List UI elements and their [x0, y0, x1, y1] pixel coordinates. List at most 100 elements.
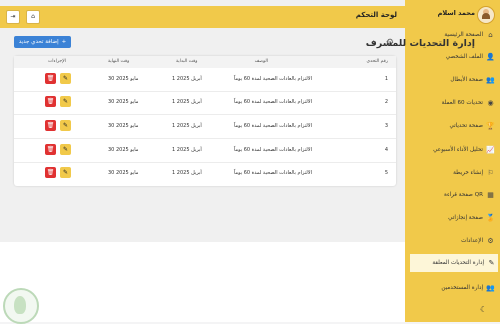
add-challenge-label: إضافة تحدي جديد — [18, 39, 59, 45]
cell-start: 1 أبريل 2025 — [172, 123, 202, 129]
cell-description: الالتزام بالعادات الصحية لمدة 60 يوماً — [233, 123, 312, 129]
cell-description: الالتزام بالعادات الصحية لمدة 60 يوماً — [233, 76, 312, 82]
cell-description: الالتزام بالعادات الصحية لمدة 60 يوماً — [233, 99, 312, 105]
column-header-id: رقم التحدي — [366, 59, 388, 64]
sidebar-item-challenges-60[interactable]: ◉ تحديات 60 العملة — [410, 94, 495, 112]
edit-button[interactable]: ✎ — [60, 96, 71, 107]
avatar[interactable] — [477, 6, 495, 24]
sidebar-item-label: الإعدادات — [461, 238, 483, 244]
column-header-description: الوصف — [254, 59, 268, 64]
edit-icon: ✎ — [62, 122, 69, 129]
cell-description: الالتزام بالعادات الصحية لمدة 60 يوماً — [233, 170, 312, 176]
moon-icon[interactable]: ☾ — [480, 305, 487, 314]
add-challenge-button[interactable]: إضافة تحدي جديد + — [14, 36, 71, 48]
edit-button[interactable]: ✎ — [60, 167, 71, 178]
column-header-end: وقت النهاية — [108, 59, 130, 64]
table-row: 3 الالتزام بالعادات الصحية لمدة 60 يوماً… — [14, 115, 396, 139]
sidebar-item-qr[interactable]: ▦ صفحة قراءة QR — [410, 186, 495, 204]
sidebar-item-label: صفحة قراءة QR — [444, 192, 483, 198]
cell-end: 30 مايو 2025 — [108, 147, 139, 153]
edit-icon: ✎ — [488, 259, 495, 267]
sidebar-item-label: صفحة تحدياتي — [449, 123, 483, 129]
sidebar-item-weekly-analysis[interactable]: 📈 تحليل الأداء الأسبوعي — [410, 141, 495, 159]
cell-id: 5 — [384, 170, 388, 176]
trash-icon: 🗑 — [46, 122, 55, 129]
sidebar-item-my-challenges[interactable]: 🏆 صفحة تحدياتي — [410, 117, 495, 135]
watermark-logo — [3, 288, 39, 324]
sidebar-item-label: صفحة الأبطال — [450, 77, 483, 83]
edit-button[interactable]: ✎ — [60, 120, 71, 131]
sidebar-item-settings[interactable]: ⚙ الإعدادات — [410, 232, 495, 250]
cell-end: 30 مايو 2025 — [108, 123, 139, 129]
sidebar-item-label: تحديات 60 العملة — [441, 100, 483, 106]
table-header: رقم التحدي الوصف وقت البداية وقت النهاية… — [14, 56, 396, 68]
user-name: محمد اسلام — [437, 9, 475, 17]
column-header-start: وقت البداية — [176, 59, 198, 64]
column-header-actions: الإجراءات — [48, 59, 66, 64]
home-icon: ⌂ — [488, 31, 493, 39]
sidebar-item-label: إدارة المستخدمين — [441, 285, 483, 291]
delete-button[interactable]: 🗑 — [45, 167, 56, 178]
sidebar-item-label: تحليل الأداء الأسبوعي — [433, 147, 483, 153]
cell-start: 1 أبريل 2025 — [172, 99, 202, 105]
trash-icon: 🗑 — [46, 75, 55, 82]
trophy-icon: 🏆 — [486, 122, 495, 130]
logout-button[interactable]: ⇥ — [6, 10, 20, 24]
cell-id: 4 — [384, 147, 388, 153]
sidebar-item-label: الملف الشخصي — [445, 54, 483, 60]
edit-icon: ✎ — [62, 75, 69, 82]
chart-icon: 📈 — [486, 146, 495, 154]
user-icon: 👤 — [486, 53, 495, 61]
trash-icon: 🗑 — [46, 146, 55, 153]
cell-start: 1 أبريل 2025 — [172, 147, 202, 153]
plus-icon: + — [61, 39, 67, 45]
edit-button[interactable]: ✎ — [60, 73, 71, 84]
table-row: 1 الالتزام بالعادات الصحية لمدة 60 يوماً… — [14, 68, 396, 92]
delete-button[interactable]: 🗑 — [45, 96, 56, 107]
home-icon: ⌂ — [31, 13, 35, 20]
coin-icon: ◉ — [487, 99, 494, 107]
settings-icon: ⚙ — [487, 237, 494, 245]
cell-start: 1 أبريل 2025 — [172, 170, 202, 176]
top-bar: لوحة التحكم ⌂ ⇥ — [0, 6, 405, 28]
cell-id: 1 — [384, 76, 388, 82]
home-button[interactable]: ⌂ — [26, 10, 40, 24]
user-profile[interactable]: محمد اسلام — [405, 4, 500, 26]
edit-button[interactable]: ✎ — [60, 144, 71, 155]
table-row: 4 الالتزام بالعادات الصحية لمدة 60 يوماً… — [14, 139, 396, 163]
sidebar-item-label: إنشاء خريطة — [453, 170, 483, 176]
table-row: 2 الالتزام بالعادات الصحية لمدة 60 يوماً… — [14, 91, 396, 115]
delete-button[interactable]: 🗑 — [45, 73, 56, 84]
page-header-title: لوحة التحكم — [355, 11, 397, 19]
cell-end: 30 مايو 2025 — [108, 99, 139, 105]
sidebar: محمد اسلام ⌂ الصفحة الرئيسية 👤 الملف الش… — [405, 0, 500, 242]
sidebar-item-users[interactable]: 👥 إدارة المستخدمين — [410, 279, 495, 297]
delete-button[interactable]: 🗑 — [45, 144, 56, 155]
qr-icon: ▦ — [487, 191, 494, 199]
table-row: 5 الالتزام بالعادات الصحية لمدة 60 يوماً… — [14, 162, 396, 185]
cell-description: الالتزام بالعادات الصحية لمدة 60 يوماً — [233, 147, 312, 153]
edit-icon: ✎ — [62, 98, 69, 105]
trash-icon: 🗑 — [46, 169, 55, 176]
challenges-table: رقم التحدي الوصف وقت البداية وقت النهاية… — [14, 56, 396, 186]
trash-icon: 🗑 — [46, 98, 55, 105]
users-icon: 👥 — [486, 76, 495, 84]
sidebar-item-heroes[interactable]: 👥 صفحة الأبطال — [410, 71, 495, 89]
cell-start: 1 أبريل 2025 — [172, 76, 202, 82]
edit-icon: ✎ — [62, 146, 69, 153]
sidebar-item-pending-challenges[interactable]: ✎ إدارة التحديات المعلقة — [410, 254, 498, 272]
sidebar-item-achievements[interactable]: 🏅 صفحة إنجازاتي — [410, 209, 495, 227]
cell-id: 2 — [384, 99, 388, 105]
logout-icon: ⇥ — [10, 13, 16, 20]
medal-icon: 🏅 — [486, 214, 495, 222]
map-icon: ⚐ — [487, 169, 494, 177]
sidebar-item-label: صفحة إنجازاتي — [448, 215, 483, 221]
cell-id: 3 — [384, 123, 388, 129]
edit-icon: ✎ — [62, 169, 69, 176]
page-title: إدارة التحديات للمشرف — [365, 38, 475, 49]
delete-button[interactable]: 🗑 — [45, 120, 56, 131]
sidebar-item-create-map[interactable]: ⚐ إنشاء خريطة — [410, 164, 495, 182]
sidebar-item-profile[interactable]: 👤 الملف الشخصي — [410, 48, 495, 66]
cell-end: 30 مايو 2025 — [108, 76, 139, 82]
sidebar-item-label: إدارة التحديات المعلقة — [432, 260, 484, 266]
